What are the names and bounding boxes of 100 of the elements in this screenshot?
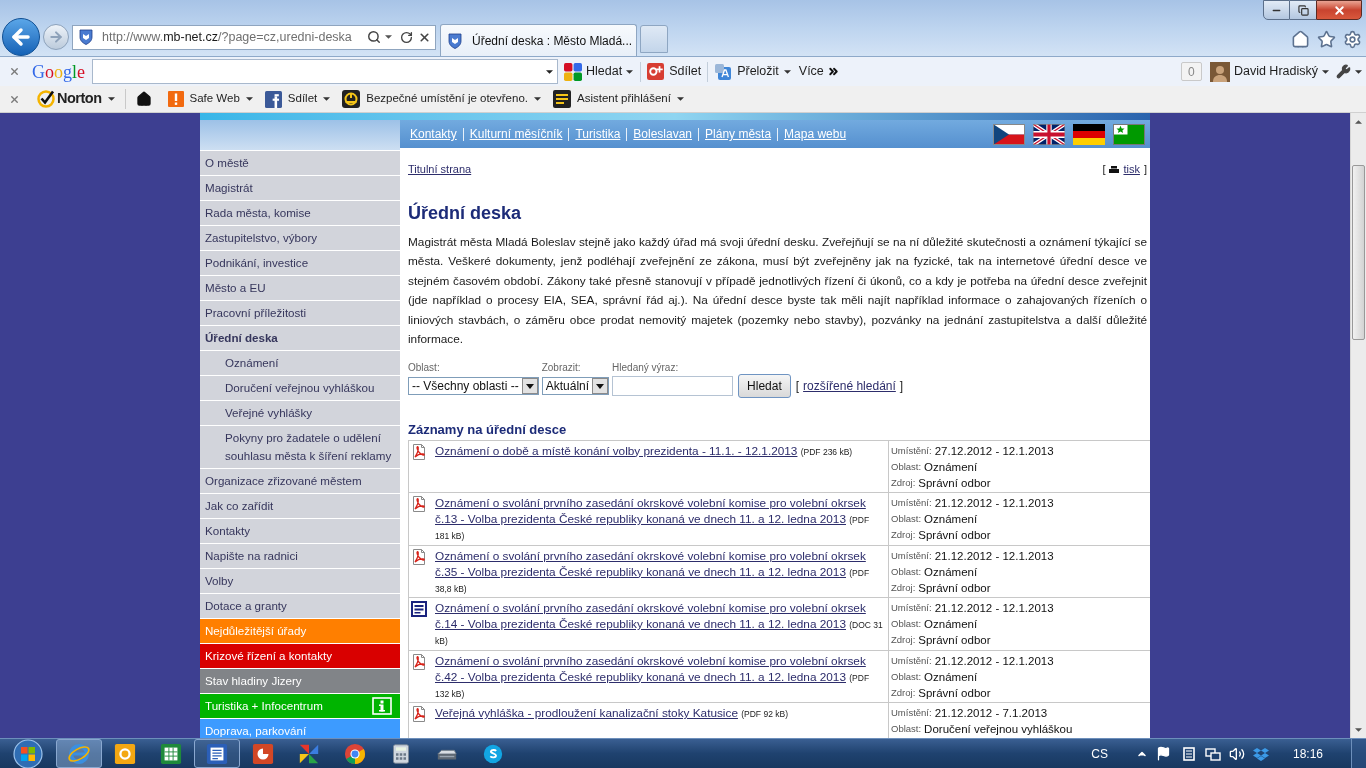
- sidebar-item[interactable]: Organizace zřizované městem: [200, 469, 400, 493]
- bracket-text: ]: [1143, 161, 1147, 177]
- sidebar-item[interactable]: Kontakty: [200, 519, 400, 543]
- favorites-star-icon[interactable]: [1317, 30, 1336, 49]
- toolbar-menu-button[interactable]: Safe Web: [167, 90, 253, 108]
- volume-icon[interactable]: [1228, 745, 1245, 762]
- flag-icon[interactable]: [1155, 746, 1171, 761]
- sidebar-item[interactable]: O městě: [200, 151, 400, 175]
- sidebar-item[interactable]: Úřední deska: [200, 326, 400, 350]
- detail-label: Umístění:: [891, 654, 932, 667]
- sidebar-item[interactable]: Doručení veřejnou vyhláškou: [200, 376, 400, 400]
- search-submit-button[interactable]: Hledat: [738, 373, 791, 398]
- sidebar-item[interactable]: Krizové řízení a kontakty: [200, 644, 400, 668]
- sidebar-item[interactable]: Jak co zařídit: [200, 494, 400, 518]
- bracket-text: ]: [899, 377, 904, 395]
- section-heading: Záznamy na úřední desce: [408, 420, 568, 439]
- refresh-icon[interactable]: [400, 30, 413, 44]
- sidebar-item[interactable]: Veřejné vyhlášky: [200, 401, 400, 425]
- norton-menu-button[interactable]: Norton: [37, 88, 115, 110]
- device-icon[interactable]: [1180, 745, 1197, 762]
- document-title[interactable]: Oznámení o svolání prvního zasedání okrskové volební komise pro volební okrsek č.42 - Volba prezidenta České republiky konaná ve dnech 11. a 12. ledna 2013 (PDF 132 kB): [435, 652, 884, 701]
- sidebar-item[interactable]: Město a EU: [200, 276, 400, 300]
- display-select[interactable]: Aktuální: [541, 376, 610, 395]
- area-select[interactable]: -- Všechny oblasti --: [408, 376, 539, 395]
- pinwheel-icon: [298, 742, 320, 765]
- detail-value: Správní odbor: [918, 475, 991, 490]
- sidebar-item[interactable]: Dotace a granty: [200, 594, 400, 618]
- search-field[interactable]: [92, 59, 558, 84]
- translate-button[interactable]: Přeložit: [714, 59, 791, 84]
- sidebar-item[interactable]: Oznámení: [200, 351, 400, 375]
- sidebar-item[interactable]: Pracovní příležitosti: [200, 301, 400, 325]
- sidebar-item[interactable]: Podnikání, investice: [200, 251, 400, 275]
- language-indicator[interactable]: CS: [1091, 744, 1108, 763]
- search-input[interactable]: [612, 375, 734, 396]
- print-link[interactable]: tisk: [1123, 160, 1140, 178]
- toolbar-menu-button[interactable]: Sdílet: [264, 90, 331, 108]
- scrollbar-thumb[interactable]: [1352, 165, 1365, 340]
- search-button[interactable]: Hledat: [563, 59, 635, 84]
- pdf-file-icon: [411, 443, 427, 460]
- browser-tab[interactable]: Úřední deska : Město Mladá...: [440, 24, 637, 56]
- toolbar-menu-button[interactable]: Bezpečné umístění je otevřeno.: [342, 90, 541, 108]
- sidebar-item[interactable]: Rada města, komise: [200, 201, 400, 225]
- user-menu-button[interactable]: David Hradiský: [1233, 59, 1329, 84]
- dropdown-arrow-icon: [534, 97, 541, 101]
- sidebar-item[interactable]: Zastupitelstvo, výbory: [200, 226, 400, 250]
- breadcrumb-link[interactable]: Titulní strana: [408, 160, 472, 178]
- taskbar-app-button[interactable]: [194, 739, 240, 768]
- stop-icon[interactable]: [418, 30, 431, 44]
- document-title[interactable]: Veřejná vyhláška - prodloužení kanalizační stoky Katusice (PDF 92 kB): [435, 705, 788, 721]
- share-button[interactable]: Sdílet: [647, 59, 702, 84]
- document-title[interactable]: Oznámení o době a místě konání volby prezidenta - 11.1. - 12.1.2013 (PDF 236 kB): [435, 442, 853, 459]
- chat-app-icon: [482, 742, 504, 765]
- google-logo[interactable]: Google: [32, 62, 85, 81]
- document-title[interactable]: Oznámení o svolání prvního zasedání okrskové volební komise pro volební okrsek č.35 - Volba prezidenta České republiky konaná ve dnech 11. a 12. ledna 2013 (PDF 38,8 kB): [435, 547, 884, 596]
- detail-value: 27.12.2012 - 12.1.2013: [934, 443, 1054, 458]
- toolbar-menu-button[interactable]: Asistent přihlášení: [553, 90, 684, 108]
- address-field[interactable]: http://www.mb-net.cz/?page=cz,uredni-deska: [72, 24, 436, 50]
- close-toolbar-icon[interactable]: [9, 93, 20, 105]
- dropdown-arrow-icon: [546, 69, 553, 74]
- close-window-button[interactable]: [1316, 0, 1362, 20]
- detail-label: Umístění:: [891, 602, 932, 614]
- browser-icon: [67, 741, 91, 766]
- shield-icon: [447, 32, 463, 49]
- german-flag-icon[interactable]: [1073, 123, 1105, 145]
- document-title[interactable]: Oznámení o svolání prvního zasedání okrskové volební komise pro volební okrsek č.14 - Volba prezidenta České republiky konaná ve dnech 11. a 12. ledna 2013 (DOC 31 kB): [435, 600, 884, 648]
- close-toolbar-icon[interactable]: [9, 66, 20, 77]
- home-icon[interactable]: [135, 91, 152, 107]
- czech-flag-icon[interactable]: [993, 123, 1025, 145]
- forward-arrow-icon: [48, 29, 64, 45]
- sidebar-item[interactable]: Volby: [200, 569, 400, 593]
- wrench-icon: [1336, 64, 1351, 79]
- bracket-text: [: [795, 377, 800, 395]
- vertical-scrollbar[interactable]: [1350, 113, 1366, 738]
- pdf-file-icon: [411, 548, 427, 565]
- show-desktop-button[interactable]: [1351, 738, 1366, 768]
- avatar-icon: [1209, 61, 1230, 82]
- back-button[interactable]: [2, 18, 40, 56]
- sidebar-item[interactable]: Pokyny pro žadatele o udělení souhlasu města k šíření reklamy: [200, 426, 400, 468]
- start-orb-icon: [13, 738, 43, 768]
- sidebar-item[interactable]: Magistrát: [200, 176, 400, 200]
- detail-label: Zdroj:: [891, 476, 916, 489]
- maximize-button[interactable]: [1290, 0, 1316, 20]
- search-icon[interactable]: [367, 30, 381, 44]
- mail-app-icon: [114, 742, 136, 765]
- box-icon[interactable]: [1252, 745, 1269, 762]
- sidebar-item[interactable]: Stav hladiny Jizery: [200, 669, 400, 693]
- document-title[interactable]: Oznámení o svolání prvního zasedání okrskové volební komise pro volební okrsek č.13 - Volba prezidenta České republiky konaná ve dnech 11. a 12. ledna 2013 (PDF 181 kB): [435, 495, 884, 543]
- detail-value: 21.12.2012 - 12.1.2013: [934, 548, 1054, 563]
- detail-value: Oznámení: [924, 564, 978, 579]
- sidebar-item[interactable]: Napište na radnici: [200, 544, 400, 568]
- clock[interactable]: 18:16: [1292, 744, 1323, 763]
- british-flag-icon[interactable]: [1033, 123, 1065, 145]
- detail-value: Oznámení: [924, 669, 978, 684]
- advanced-search-link[interactable]: rozšířené hledání: [803, 376, 896, 395]
- esperanto-flag-icon[interactable]: [1113, 123, 1145, 145]
- network-icon[interactable]: [1204, 745, 1221, 762]
- minimize-button[interactable]: [1263, 0, 1290, 20]
- settings-icon[interactable]: [1343, 30, 1362, 49]
- dropdown-arrow-icon: [1355, 69, 1362, 74]
- more-button[interactable]: Více: [798, 59, 840, 84]
